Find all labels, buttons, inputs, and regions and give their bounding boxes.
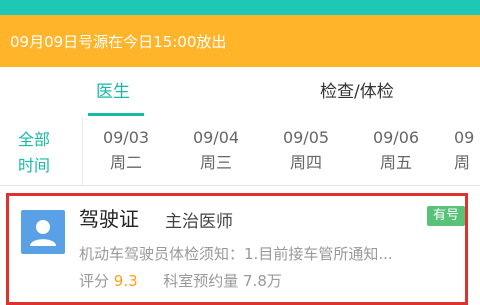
rating-label: 评分 — [79, 272, 110, 290]
all-time-filter[interactable]: 全部 时间 — [12, 127, 56, 179]
date-option[interactable]: 09/05 周四 — [274, 126, 338, 176]
availability-badge: 有号 — [427, 206, 465, 226]
booking-label: 科室预约量 — [163, 272, 239, 290]
rating-value: 9.3 — [113, 272, 138, 290]
doctor-notice-text: 机动车驾驶员体检须知：1.目前接车管所通知... — [79, 245, 393, 263]
doctor-card[interactable]: 驾驶证 主治医师 有号 机动车驾驶员体检须知：1.目前接车管所通知... 评分 … — [6, 193, 468, 305]
divider — [82, 117, 83, 185]
release-notice-text: 09月09日号源在今日15:00放出 — [10, 32, 227, 51]
all-time-label-line2: 时间 — [17, 156, 50, 175]
date-label: 09 — [454, 128, 475, 147]
tab-bar: 医生 检查/体检 — [0, 67, 480, 184]
weekday-label: 周四 — [289, 153, 322, 172]
date-option-partial[interactable]: 09 周 — [454, 126, 480, 176]
all-time-label-line1: 全部 — [17, 130, 50, 149]
doctor-name: 驾驶证 — [79, 207, 139, 231]
tab-exam[interactable]: 检查/体检 — [320, 67, 394, 117]
doctor-title: 主治医师 — [165, 212, 233, 232]
date-label: 09/03 — [102, 128, 150, 147]
tab-doctor[interactable]: 医生 — [96, 67, 130, 117]
date-label: 09/06 — [372, 128, 420, 147]
weekday-label: 周三 — [199, 153, 232, 172]
booking-value: 7.8万 — [243, 272, 282, 290]
date-label: 09/04 — [192, 128, 240, 147]
divider — [0, 185, 480, 186]
date-filter-bar: 全部 时间 09/03 周二 09/04 周三 09/05 周四 09/06 周… — [0, 117, 480, 185]
release-notice-banner: 09月09日号源在今日15:00放出 — [0, 15, 480, 67]
person-avatar-icon — [21, 210, 65, 254]
date-option[interactable]: 09/06 周五 — [364, 126, 428, 176]
doctor-stats: 评分 9.3 科室预约量 7.8万 — [79, 270, 282, 291]
status-bar — [0, 0, 480, 15]
active-tab-indicator — [88, 113, 144, 116]
weekday-label: 周 — [454, 153, 471, 172]
weekday-label: 周二 — [109, 153, 142, 172]
date-option[interactable]: 09/04 周三 — [184, 126, 248, 176]
date-option[interactable]: 09/03 周二 — [94, 126, 158, 176]
date-label: 09/05 — [282, 128, 330, 147]
weekday-label: 周五 — [379, 153, 412, 172]
